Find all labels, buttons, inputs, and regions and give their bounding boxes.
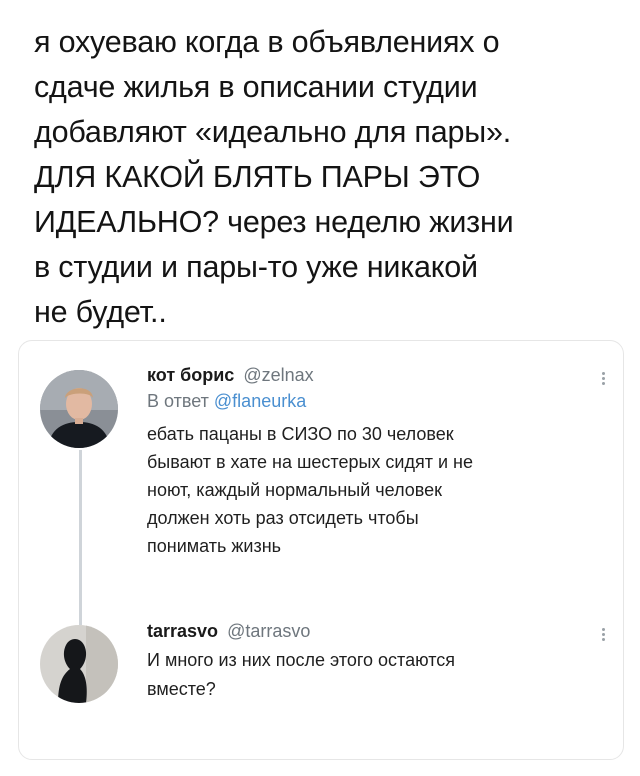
tweet-body: ебать пацаны в СИЗО по 30 человек бывают… <box>147 424 473 556</box>
tweet-body: И много из них после этого остаются вмес… <box>147 650 456 699</box>
reply-to-handle-link[interactable]: @flaneurka <box>214 391 306 411</box>
author-name[interactable]: tarrasvo <box>147 621 218 641</box>
author-handle[interactable]: @zelnax <box>243 365 313 385</box>
avatar[interactable] <box>40 370 118 448</box>
tweet-reply-1[interactable]: кот борис @zelnax В ответ @flaneurka еба… <box>147 362 587 560</box>
author-name[interactable]: кот борис <box>147 365 234 385</box>
author-handle[interactable]: @tarrasvo <box>227 621 310 641</box>
more-options-icon[interactable] <box>600 370 606 387</box>
more-options-icon[interactable] <box>600 626 606 643</box>
reply-to-line: В ответ @flaneurka <box>147 388 587 414</box>
post-text: я охуеваю когда в объявлениях о сдаче жи… <box>34 25 514 329</box>
tweet-reply-2[interactable]: tarrasvo @tarrasvo И много из них после … <box>147 618 587 704</box>
avatar[interactable] <box>40 625 118 703</box>
reply-prefix: В ответ <box>147 391 209 411</box>
thread-connector-line <box>79 450 82 625</box>
